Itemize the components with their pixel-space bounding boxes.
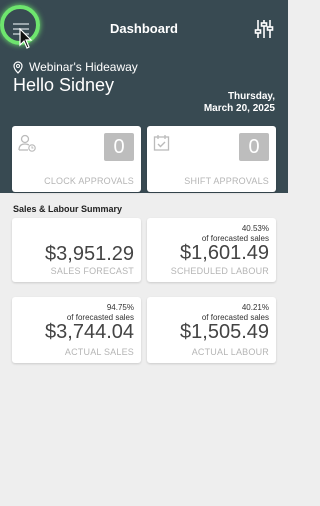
- scheduled-labour-pct-value: 40.53%: [241, 224, 269, 233]
- actual-sales-percent: 94.75% of forecasted sales: [67, 303, 134, 323]
- clock-approvals-label: CLOCK APPROVALS: [44, 176, 134, 186]
- sales-forecast-card[interactable]: $3,951.29 SALES FORECAST: [12, 218, 141, 282]
- sliders-icon: [254, 20, 274, 38]
- section-title: Sales & Labour Summary: [13, 204, 123, 214]
- scheduled-labour-percent: 40.53% of forecasted sales: [202, 224, 269, 244]
- filter-button[interactable]: [253, 18, 275, 40]
- actual-labour-label: ACTUAL LABOUR: [191, 347, 269, 357]
- clock-approvals-count: 0: [104, 133, 134, 161]
- scheduled-labour-card[interactable]: 40.53% of forecasted sales $1,601.49 SCH…: [147, 218, 276, 282]
- location-name: Webinar's Hideaway: [29, 60, 138, 74]
- location-pin-icon: [13, 60, 23, 74]
- actual-sales-amount: $3,744.04: [45, 321, 134, 343]
- actual-labour-percent: 40.21% of forecasted sales: [202, 303, 269, 323]
- date-weekday: Thursday,: [227, 91, 275, 102]
- calendar-check-icon: [153, 135, 170, 151]
- sales-forecast-amount: $3,951.29: [45, 243, 134, 265]
- actual-sales-label: ACTUAL SALES: [64, 347, 134, 357]
- scheduled-labour-amount: $1,601.49: [180, 242, 269, 264]
- shift-approvals-count: 0: [239, 133, 269, 161]
- greeting: Hello Sidney: [13, 75, 115, 95]
- date-full: March 20, 2025: [203, 103, 275, 114]
- clock-approvals-card[interactable]: 0 CLOCK APPROVALS: [12, 126, 141, 192]
- current-date: Thursday, March 20, 2025: [204, 91, 275, 115]
- top-bar: Dashboard: [0, 0, 288, 60]
- location: Webinar's Hideaway: [13, 60, 138, 74]
- actual-sales-card[interactable]: 94.75% of forecasted sales $3,744.04 ACT…: [12, 297, 141, 363]
- sales-forecast-label: SALES FORECAST: [50, 266, 134, 276]
- shift-approvals-label: SHIFT APPROVALS: [184, 176, 269, 186]
- user-clock-icon: [18, 134, 36, 152]
- actual-sales-pct-value: 94.75%: [106, 303, 134, 312]
- shift-approvals-card[interactable]: 0 SHIFT APPROVALS: [147, 126, 276, 192]
- scheduled-labour-label: SCHEDULED LABOUR: [170, 266, 269, 276]
- actual-labour-pct-value: 40.21%: [241, 303, 269, 312]
- actual-labour-amount: $1,505.49: [180, 321, 269, 343]
- actual-labour-card[interactable]: 40.21% of forecasted sales $1,505.49 ACT…: [147, 297, 276, 363]
- page-title: Dashboard: [110, 21, 178, 36]
